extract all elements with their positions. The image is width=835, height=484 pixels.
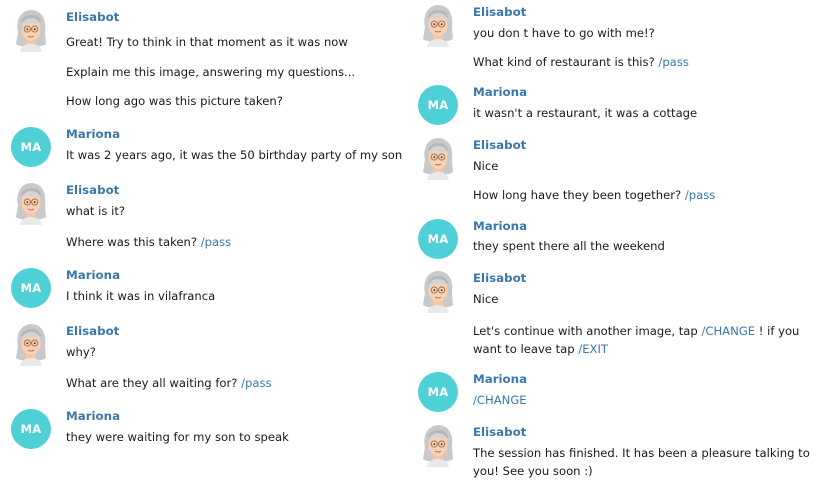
user-avatar[interactable]: MA bbox=[11, 268, 51, 308]
command-link[interactable]: /pass bbox=[201, 235, 231, 249]
message-text: How long have they been together? /pass bbox=[473, 186, 829, 204]
message-text: you don t have to go with me!? bbox=[473, 24, 829, 42]
message-text: Nice bbox=[473, 157, 829, 175]
message-text-content: you don t have to go with me!? bbox=[473, 26, 655, 40]
message-text: Let's continue with another image, tap /… bbox=[473, 322, 829, 358]
message-text-content: they were waiting for my son to speak bbox=[66, 430, 289, 444]
message-text: What are they all waiting for? /pass bbox=[66, 374, 399, 392]
sender-name[interactable]: Mariona bbox=[473, 85, 527, 99]
message-text-content: what is it? bbox=[66, 204, 126, 218]
sender-name[interactable]: Elisabot bbox=[66, 324, 119, 338]
sender-name[interactable]: Elisabot bbox=[66, 183, 119, 197]
user-avatar[interactable]: MA bbox=[418, 85, 458, 125]
message-text: they were waiting for my son to speak bbox=[66, 428, 399, 446]
command-link[interactable]: /CHANGE bbox=[701, 324, 755, 338]
message-text: why? bbox=[66, 343, 399, 361]
user-avatar[interactable]: MA bbox=[418, 372, 458, 412]
message-text-content: The session has finished. It has been a … bbox=[473, 446, 810, 478]
sender-name[interactable]: Mariona bbox=[66, 409, 120, 423]
message-text-content: Nice bbox=[473, 159, 499, 173]
sender-name[interactable]: Mariona bbox=[66, 127, 120, 141]
message-text: Great! Try to think in that moment as it… bbox=[66, 33, 399, 51]
message-text: Where was this taken? /pass bbox=[66, 233, 399, 251]
message-text-content: Nice bbox=[473, 292, 499, 306]
user-avatar[interactable]: MA bbox=[418, 219, 458, 259]
user-avatar[interactable]: MA bbox=[11, 127, 51, 167]
message-text: It was 2 years ago, it was the 50 birthd… bbox=[66, 146, 403, 164]
message-text-content: How long ago was this picture taken? bbox=[66, 94, 283, 108]
message-text: How long ago was this picture taken? bbox=[66, 92, 399, 110]
message-text: what is it? bbox=[66, 202, 399, 220]
message-text-content: why? bbox=[66, 345, 96, 359]
grandmother-avatar-icon[interactable] bbox=[11, 181, 51, 225]
message-text-content: it wasn't a restaurant, it was a cottage bbox=[473, 106, 698, 120]
sender-name[interactable]: Elisabot bbox=[473, 138, 526, 152]
message-text-content: Great! Try to think in that moment as it… bbox=[66, 35, 348, 49]
message-text: What kind of restaurant is this? /pass bbox=[473, 53, 829, 71]
command-link[interactable]: /pass bbox=[658, 55, 688, 69]
grandmother-avatar-icon[interactable] bbox=[418, 3, 458, 47]
message-text: Explain me this image, answering my ques… bbox=[66, 63, 399, 81]
command-link[interactable]: /pass bbox=[241, 376, 271, 390]
message-text-content: It was 2 years ago, it was the 50 birthd… bbox=[66, 148, 403, 162]
sender-name[interactable]: Elisabot bbox=[473, 5, 526, 19]
message-text-content: they spent there all the weekend bbox=[473, 239, 665, 253]
command-link[interactable]: /pass bbox=[685, 188, 715, 202]
command-link[interactable]: /CHANGE bbox=[473, 393, 527, 407]
message-text-content: How long have they been together? bbox=[473, 188, 682, 202]
grandmother-avatar-icon[interactable] bbox=[418, 269, 458, 313]
sender-name[interactable]: Elisabot bbox=[473, 271, 526, 285]
command-link[interactable]: /EXIT bbox=[578, 342, 608, 356]
sender-name[interactable]: Mariona bbox=[66, 268, 120, 282]
grandmother-avatar-icon[interactable] bbox=[418, 136, 458, 180]
message-text: it wasn't a restaurant, it was a cottage bbox=[473, 104, 829, 122]
user-avatar[interactable]: MA bbox=[11, 409, 51, 449]
message-text-content: What are they all waiting for? bbox=[66, 376, 238, 390]
message-text: they spent there all the weekend bbox=[473, 237, 829, 255]
sender-name[interactable]: Mariona bbox=[473, 219, 527, 233]
message-text: The session has finished. It has been a … bbox=[473, 444, 829, 480]
message-text-content: Explain me this image, answering my ques… bbox=[66, 65, 356, 79]
message-text: I think it was in vilafranca bbox=[66, 287, 399, 305]
grandmother-avatar-icon[interactable] bbox=[11, 8, 51, 52]
message-text-content: What kind of restaurant is this? bbox=[473, 55, 655, 69]
message-text-content: I think it was in vilafranca bbox=[66, 289, 216, 303]
sender-name[interactable]: Elisabot bbox=[66, 10, 119, 24]
message-text-part: Let's continue with another image, tap bbox=[473, 324, 702, 338]
message-text: /CHANGE bbox=[473, 391, 829, 409]
sender-name[interactable]: Mariona bbox=[473, 372, 527, 386]
message-text: Nice bbox=[473, 290, 829, 308]
message-text-content: Where was this taken? bbox=[66, 235, 198, 249]
grandmother-avatar-icon[interactable] bbox=[418, 423, 458, 467]
grandmother-avatar-icon[interactable] bbox=[11, 322, 51, 366]
sender-name[interactable]: Elisabot bbox=[473, 425, 526, 439]
